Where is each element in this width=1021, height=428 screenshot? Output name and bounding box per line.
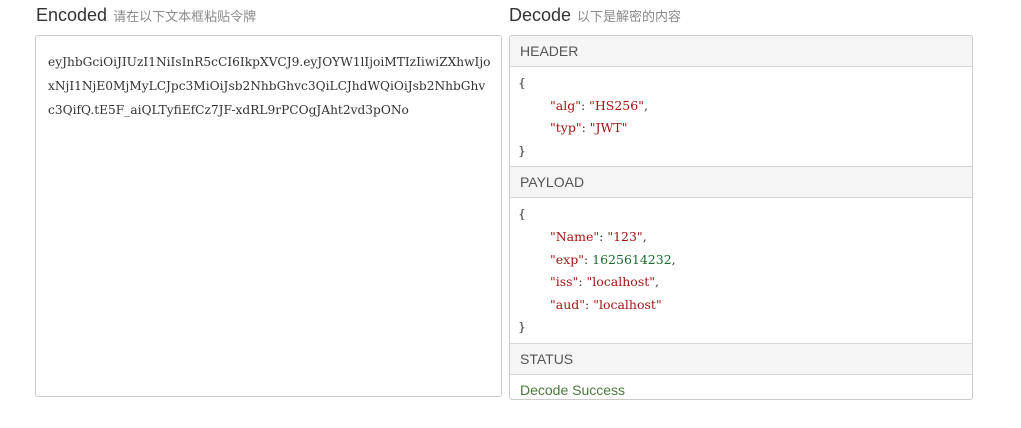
header-section-label: HEADER: [510, 36, 972, 67]
payload-open-brace: {: [518, 206, 526, 222]
decode-panel: HEADER { "alg": "HS256", "typ": "JWT" } …: [509, 35, 973, 400]
encoded-token-textarea[interactable]: eyJhbGciOiJIUzI1NiIsInR5cCI6IkpXVCJ9.eyJ…: [35, 35, 502, 397]
encoded-subtitle: 请在以下文本框粘贴令牌: [113, 9, 257, 24]
encoded-title-text: Encoded: [36, 5, 108, 25]
payload-json: { "Name": "123", "exp": 1625614232, "iss…: [510, 198, 972, 344]
header-open-brace: {: [518, 75, 526, 90]
payload-field-name: "Name": "123",: [550, 228, 647, 244]
status-section-label: STATUS: [510, 343, 972, 375]
header-close-brace: }: [518, 142, 526, 158]
header-field-alg: "alg": "HS256",: [550, 97, 648, 113]
encoded-token-text: eyJhbGciOiJIUzI1NiIsInR5cCI6IkpXVCJ9.eyJ…: [48, 55, 491, 117]
decode-subtitle: 以下是解密的内容: [577, 9, 682, 24]
decode-title-text: Decode: [509, 5, 572, 25]
header-field-typ: "typ": "JWT": [550, 120, 628, 136]
decode-title: Decode 以下是解密的内容: [509, 5, 681, 26]
payload-field-exp: "exp": 1625614232,: [550, 251, 676, 267]
encoded-title: Encoded 请在以下文本框粘贴令牌: [36, 5, 256, 26]
payload-field-iss: "iss": "localhost",: [550, 274, 659, 290]
status-message: Decode Success: [520, 381, 626, 398]
header-json: { "alg": "HS256", "typ": "JWT" }: [510, 67, 972, 168]
payload-section-label: PAYLOAD: [510, 167, 972, 199]
payload-field-aud: "aud": "localhost": [550, 296, 662, 312]
payload-close-brace: }: [518, 319, 526, 335]
